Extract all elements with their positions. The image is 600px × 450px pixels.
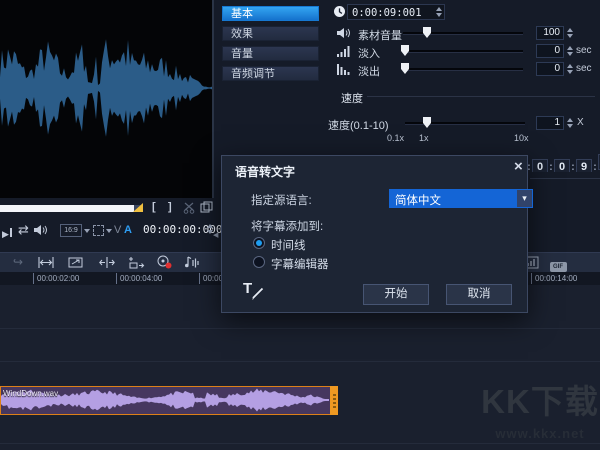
audio-waveform-preview — [0, 0, 212, 198]
fit-timeline-icon[interactable] — [36, 255, 56, 271]
insert-clip-icon[interactable] — [126, 255, 146, 271]
speed-label: 速度(0.1-10) — [328, 117, 389, 133]
track-divider — [0, 361, 600, 362]
ruler-label: 00:00:02:00 — [33, 273, 79, 284]
fade-in-spinner[interactable] — [565, 44, 574, 58]
fade-in-thumb[interactable] — [401, 45, 409, 56]
sound-mixer-icon[interactable] — [182, 255, 202, 271]
time-digit: 0 — [554, 159, 570, 172]
split-frame-icon[interactable] — [200, 201, 213, 214]
track-divider — [0, 328, 600, 329]
tab-effects[interactable]: 效果 — [222, 26, 319, 41]
split-clip-icon[interactable] — [97, 255, 117, 271]
preview-area — [0, 0, 214, 198]
duration-field[interactable]: 0:00:09:001 — [347, 4, 445, 20]
subtitle-text-options-icon[interactable]: T — [243, 280, 265, 300]
video-toggle[interactable]: V — [114, 224, 121, 236]
speed-section-divider — [367, 96, 595, 97]
speed-thumb[interactable] — [423, 117, 431, 128]
dialog-title: 语音转文字 — [235, 163, 295, 180]
scrubber-progress — [0, 205, 134, 212]
tab-basic[interactable]: 基本 — [222, 6, 319, 21]
fade-out-spinner[interactable] — [565, 62, 574, 76]
radio-timeline[interactable] — [253, 237, 265, 249]
fade-out-slider[interactable] — [403, 68, 523, 71]
redo-icon[interactable]: ↪ — [8, 255, 28, 271]
fade-in-value[interactable]: 0 — [536, 44, 564, 58]
speed-unit: X — [577, 117, 584, 128]
mark-in-button[interactable]: [ — [152, 200, 156, 214]
clip-volume-label: 素材音量 — [358, 27, 402, 43]
play-next-icon[interactable]: ▶ — [2, 224, 12, 242]
speed-tick-max: 10x — [514, 133, 529, 143]
fade-out-row: 淡出 0 sec — [333, 62, 595, 76]
clip-trim-handle[interactable] — [330, 386, 338, 415]
clip-volume-spinner[interactable] — [565, 26, 574, 40]
frame-size-icon[interactable] — [66, 255, 86, 271]
radio-subtitle-editor-label: 字幕编辑器 — [271, 256, 329, 272]
ruler-label: 00:00:04:00 — [116, 273, 162, 284]
duration-value: 0:00:09:001 — [352, 7, 422, 19]
add-subtitles-to-label: 将字幕添加到: — [251, 218, 323, 234]
aspect-dropdown-arrow-icon[interactable] — [84, 229, 90, 233]
clip-volume-row: 素材音量 100 — [333, 26, 595, 40]
source-language-value: 简体中文 — [395, 192, 441, 208]
speed-value[interactable]: 1 — [536, 116, 564, 130]
time-digit: 0 — [532, 159, 548, 172]
selection-time-display: :0:0:9: — [526, 154, 600, 172]
selection-dropdown-arrow-icon[interactable] — [106, 229, 112, 233]
gif-export-icon[interactable]: GIF — [548, 257, 568, 273]
aspect-ratio-chip[interactable]: 16:9 — [60, 224, 82, 237]
selection-tool-icon[interactable] — [93, 225, 104, 236]
fade-in-slider[interactable] — [403, 50, 523, 53]
mark-out-button[interactable]: ] — [168, 200, 172, 214]
close-icon[interactable]: × — [514, 158, 523, 175]
fade-in-row: 淡入 0 sec — [333, 44, 595, 58]
clip-volume-value[interactable]: 100 — [536, 26, 564, 40]
fade-out-thumb[interactable] — [401, 63, 409, 74]
speed-tick-min: 0.1x — [387, 133, 404, 143]
fade-out-icon — [337, 63, 351, 75]
clock-icon — [333, 5, 346, 18]
clip-volume-thumb[interactable] — [423, 27, 431, 38]
tab-volume[interactable]: 音量 — [222, 46, 319, 61]
fade-in-label: 淡入 — [358, 45, 380, 61]
audio-toggle[interactable]: A — [124, 224, 132, 236]
record-capture-icon[interactable] — [154, 255, 174, 271]
clip-volume-slider[interactable] — [403, 32, 523, 35]
radio-timeline-label: 时间线 — [271, 237, 306, 253]
source-language-label: 指定源语言: — [251, 192, 312, 208]
chevron-down-icon[interactable]: ▾ — [517, 190, 532, 207]
panel-divider — [530, 178, 600, 179]
fade-out-label: 淡出 — [358, 63, 380, 79]
start-button[interactable]: 开始 — [363, 284, 429, 305]
cancel-button[interactable]: 取消 — [446, 284, 512, 305]
mute-speaker-icon[interactable] — [34, 224, 48, 236]
speed-row: 速度(0.1-10) 1 X — [328, 116, 600, 130]
speech-to-text-dialog: 语音转文字 × 指定源语言: 简体中文 ▾ 将字幕添加到: 时间线 字幕编辑器 … — [221, 155, 528, 313]
audio-clip-name: WindDown.wav — [3, 389, 58, 398]
radio-subtitle-editor[interactable] — [253, 256, 265, 268]
tab-audio-adjust[interactable]: 音频调节 — [222, 66, 319, 81]
speed-spinner[interactable] — [565, 116, 574, 130]
source-language-select[interactable]: 简体中文 ▾ — [389, 189, 533, 208]
duration-spinner[interactable] — [434, 5, 443, 19]
speed-section-title: 速度 — [341, 90, 363, 106]
audio-clip[interactable]: WindDown.wav — [0, 386, 331, 415]
fade-out-unit: sec — [576, 63, 592, 74]
fade-in-icon — [337, 45, 351, 57]
collapse-panel-icon[interactable]: ◀ — [213, 231, 218, 239]
ruler-label: 00:00:14:00 — [531, 273, 577, 284]
fade-in-unit: sec — [576, 45, 592, 56]
speaker-icon — [337, 27, 351, 39]
speed-tick-mid: 1x — [419, 133, 429, 143]
time-digit: 9 — [576, 159, 592, 172]
loop-icon[interactable]: ⇄ — [18, 223, 29, 237]
fade-out-value[interactable]: 0 — [536, 62, 564, 76]
scissors-icon[interactable] — [183, 201, 196, 214]
video-editor-window: 基本 效果 音量 音频调节 0:00:09:001 素材音量 100 淡入 0 … — [0, 0, 600, 450]
track-divider — [0, 443, 600, 444]
